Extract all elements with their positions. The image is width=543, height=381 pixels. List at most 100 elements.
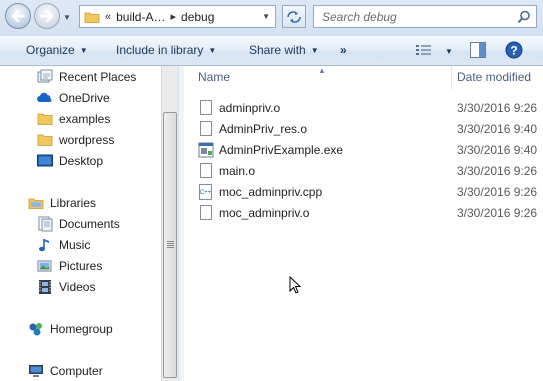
nav-item-documents[interactable]: Documents <box>37 214 120 233</box>
file-date: 3/30/2016 9:26 <box>457 184 538 199</box>
breadcrumb-item-debug[interactable]: debug <box>181 10 214 24</box>
file-name: adminpriv.o <box>219 100 281 115</box>
view-options-dropdown[interactable]: ▼ <box>440 44 453 58</box>
refresh-icon <box>287 10 301 23</box>
nav-item-desktop[interactable]: Desktop <box>37 151 103 170</box>
nav-label-documents: Documents <box>59 216 120 231</box>
file-date: 3/30/2016 9:26 <box>457 100 538 115</box>
svg-text:?: ? <box>510 44 517 58</box>
file-name: AdminPrivExample.exe <box>219 142 344 157</box>
preview-pane-button[interactable] <box>470 42 486 61</box>
nav-item-videos[interactable]: Videos <box>37 277 95 296</box>
cloud-icon <box>37 92 52 102</box>
breadcrumb-overflow[interactable]: « <box>105 11 111 23</box>
column-header-date-modified[interactable]: Date modified <box>457 70 531 84</box>
file-row[interactable]: C++ moc_adminpriv.cpp 3/30/2016 9:26 <box>198 181 543 202</box>
back-button[interactable] <box>5 3 31 29</box>
breadcrumb-item-build[interactable]: build-A… <box>116 10 165 24</box>
chevron-down-icon: ▼ <box>208 46 217 55</box>
search-box[interactable] <box>313 5 537 28</box>
exe-file-icon <box>198 142 214 157</box>
nav-label-onedrive: OneDrive <box>59 90 110 105</box>
column-divider[interactable] <box>451 66 452 90</box>
nav-item-wordpress[interactable]: wordpress <box>37 130 114 149</box>
grip-line <box>167 243 174 244</box>
file-date: 3/30/2016 9:26 <box>457 205 538 220</box>
organize-menu[interactable]: Organize ▼ <box>26 43 88 57</box>
folder-icon <box>37 113 53 125</box>
search-icon[interactable] <box>515 8 533 26</box>
chevron-down-icon: ▼ <box>310 46 319 55</box>
navigation-scrollbar[interactable] <box>161 66 179 381</box>
breadcrumb-separator-icon[interactable]: ▸ <box>170 10 176 23</box>
share-with-label: Share with <box>249 43 306 57</box>
grip-line <box>167 245 174 246</box>
folder-icon <box>37 134 53 146</box>
nav-label-videos: Videos <box>59 279 96 294</box>
recent-pages-dropdown[interactable]: ▼ <box>63 13 71 22</box>
film-strip-icon <box>39 279 51 294</box>
file-name: main.o <box>219 163 256 178</box>
file-date: 3/30/2016 9:40 <box>457 142 538 157</box>
arrow-left-icon <box>11 10 25 22</box>
grip-line <box>167 247 174 248</box>
file-name: moc_adminpriv.o <box>219 205 310 220</box>
nav-label-wordpress: wordpress <box>59 132 115 147</box>
mouse-cursor-icon <box>289 276 301 294</box>
nav-item-onedrive[interactable]: OneDrive <box>37 88 110 107</box>
refresh-button[interactable] <box>282 5 306 28</box>
file-row[interactable]: AdminPriv_res.o 3/30/2016 9:40 <box>198 118 543 139</box>
organize-label: Organize <box>26 43 75 57</box>
help-button[interactable]: ? <box>505 41 523 62</box>
more-commands-button[interactable]: » <box>340 43 347 57</box>
file-name: AdminPriv_res.o <box>219 121 308 136</box>
share-with-menu[interactable]: Share with ▼ <box>249 43 319 57</box>
help-icon: ? <box>505 41 523 59</box>
nav-item-computer[interactable]: Computer <box>28 361 103 380</box>
file-row[interactable]: moc_adminpriv.o 3/30/2016 9:26 <box>198 202 543 223</box>
nav-label-desktop: Desktop <box>59 153 104 168</box>
file-list: ▲ Name Date modified adminpriv.o 3/30/20… <box>184 66 543 381</box>
nav-item-examples[interactable]: examples <box>37 109 110 128</box>
nav-item-libraries[interactable]: Libraries <box>28 193 96 212</box>
grip-line <box>167 241 174 242</box>
nav-item-music[interactable]: Music <box>37 235 90 254</box>
nav-label-pictures: Pictures <box>59 258 103 273</box>
scrollbar-thumb[interactable] <box>163 112 177 378</box>
file-date: 3/30/2016 9:26 <box>457 163 538 178</box>
change-view-button[interactable] <box>416 44 432 59</box>
svg-text:C++: C++ <box>200 190 212 196</box>
file-name: moc_adminpriv.cpp <box>219 184 323 199</box>
include-in-library-menu[interactable]: Include in library ▼ <box>116 43 216 57</box>
documents-icon <box>38 216 53 231</box>
search-input[interactable] <box>320 8 515 25</box>
generic-file-icon <box>198 162 214 179</box>
generic-file-icon <box>198 120 214 137</box>
forward-button[interactable] <box>34 3 60 29</box>
folder-icon <box>84 12 100 23</box>
file-row[interactable]: main.o 3/30/2016 9:26 <box>198 160 543 181</box>
arrow-right-icon <box>40 10 54 22</box>
breadcrumb[interactable]: « build-A… ▸ debug ▼ <box>79 5 276 28</box>
nav-label-homegroup: Homegroup <box>50 321 113 336</box>
preview-pane-icon <box>470 42 486 58</box>
address-bar: ▼ « build-A… ▸ debug ▼ <box>0 0 543 36</box>
address-dropdown[interactable]: ▼ <box>262 12 270 21</box>
chevron-down-icon: ▼ <box>445 47 453 56</box>
command-bar: Organize ▼ Include in library ▼ Share with… <box>0 36 543 66</box>
sort-ascending-icon: ▲ <box>318 66 326 75</box>
cpp-file-icon: C++ <box>199 183 212 200</box>
nav-item-homegroup[interactable]: Homegroup <box>28 319 113 338</box>
desktop-icon <box>37 154 53 166</box>
navigation-pane: Recent Places OneDrive examples wordpres… <box>0 66 165 381</box>
nav-item-pictures[interactable]: Pictures <box>37 256 102 275</box>
nav-label-music: Music <box>59 237 91 252</box>
nav-item-recent-places[interactable]: Recent Places <box>37 67 136 86</box>
nav-label-libraries: Libraries <box>50 195 97 210</box>
music-note-icon <box>39 238 49 251</box>
file-row[interactable]: AdminPrivExample.exe 3/30/2016 9:40 <box>198 139 543 160</box>
file-row[interactable]: adminpriv.o 3/30/2016 9:26 <box>198 97 543 118</box>
libraries-icon <box>28 198 44 209</box>
generic-file-icon <box>198 99 214 116</box>
column-header-name[interactable]: Name <box>198 70 230 84</box>
